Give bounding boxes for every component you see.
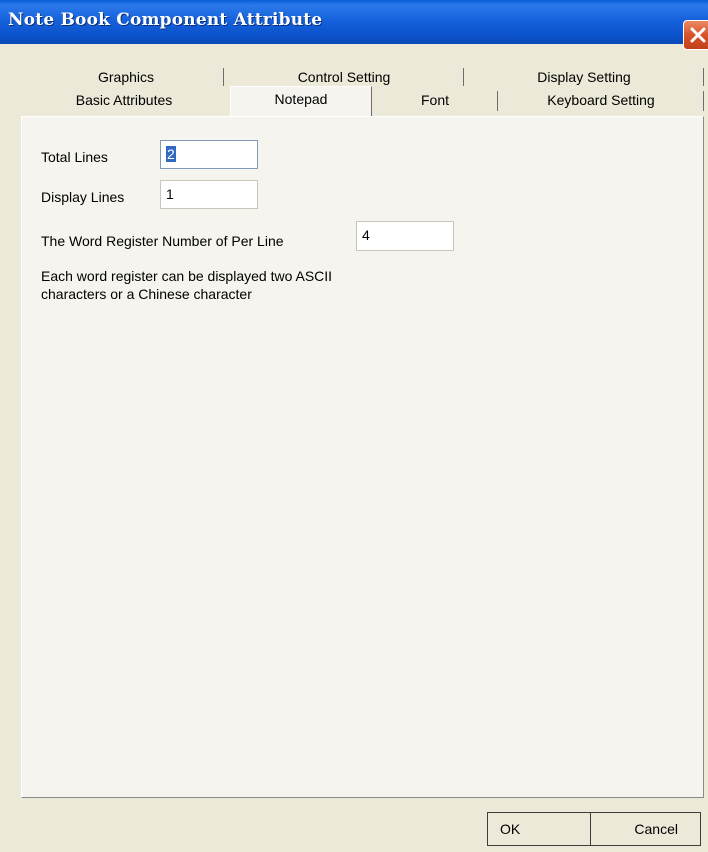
tab-label: Basic Attributes [75,92,173,108]
total-lines-input[interactable]: 2 [160,140,258,169]
display-lines-label: Display Lines [41,189,125,205]
total-lines-value: 2 [166,146,176,162]
cancel-button[interactable]: Cancel [591,812,701,846]
word-register-value: 4 [362,227,370,243]
tab-divider [703,91,704,111]
tab-control-setting[interactable]: Control Setting [224,66,464,88]
tab-strip: Graphics Control Setting Display Setting… [0,44,708,124]
tab-divider [703,68,704,86]
tab-label: Graphics [97,69,155,85]
word-register-label: The Word Register Number of Per Line [41,233,284,249]
tab-display-setting[interactable]: Display Setting [464,66,704,88]
total-lines-label: Total Lines [41,149,108,165]
info-note: Each word register can be displayed two … [41,268,333,302]
tab-label: Control Setting [297,69,391,85]
tab-label: Notepad [274,91,328,107]
tab-label: Keyboard Setting [547,92,655,108]
tab-notepad[interactable]: Notepad [230,86,372,116]
ok-button[interactable]: OK [487,812,591,846]
window-title: Note Book Component Attribute [8,10,323,30]
title-bar[interactable]: Note Book Component Attribute [0,0,708,44]
word-register-input[interactable]: 4 [356,221,454,251]
dialog-window: Note Book Component Attribute Graphics C… [0,0,708,852]
tab-font[interactable]: Font [372,88,498,114]
tab-label: Display Setting [537,69,631,85]
notepad-panel [21,116,704,798]
tab-keyboard-setting[interactable]: Keyboard Setting [498,88,704,114]
tab-label: Font [420,92,449,108]
tab-graphics[interactable]: Graphics [28,66,224,88]
tab-basic-attributes[interactable]: Basic Attributes [18,88,230,114]
display-lines-value: 1 [166,186,174,202]
display-lines-input[interactable]: 1 [160,180,258,209]
